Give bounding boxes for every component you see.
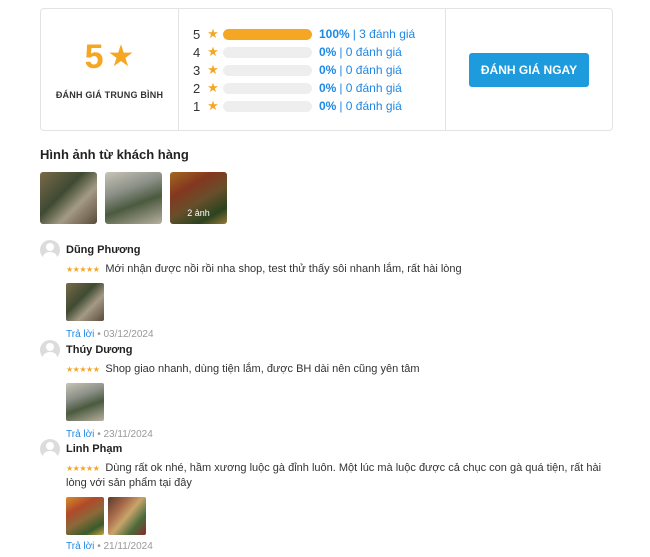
rating-bar (223, 64, 312, 76)
reviewer-name: Thúy Dương (66, 344, 133, 356)
rating-bar (223, 82, 312, 94)
rating-bar (223, 46, 312, 58)
rating-summary: 5 ★ ĐÁNH GIÁ TRUNG BÌNH 5 ★ 100% | 3 đán… (40, 8, 613, 131)
reply-link[interactable]: Trả lời (66, 541, 94, 552)
reply-link[interactable]: Trả lời (66, 329, 94, 340)
reviewer-name: Linh Phạm (66, 443, 123, 455)
star-icon: ★ (207, 98, 219, 113)
star-icon: ★ (107, 39, 135, 73)
user-avatar-icon (40, 340, 60, 360)
rating-percent: 0% (319, 81, 337, 95)
average-score: 5 (84, 37, 104, 76)
rating-row-2: 2 ★ 0% | 0 đánh giá (193, 79, 445, 97)
star-icon: ★ (207, 62, 219, 77)
rating-stars-number: 3 (193, 62, 201, 78)
review-photos (66, 283, 620, 321)
rating-count: | 3 đánh giá (352, 27, 416, 41)
star-icon: ★ (207, 44, 219, 59)
rating-stars-number: 2 (193, 80, 201, 96)
customer-photo[interactable] (105, 172, 162, 224)
rating-count: | 0 đánh giá (339, 63, 402, 77)
customer-images-gallery: 2 ảnh (40, 172, 227, 224)
rating-row-1: 1 ★ 0% | 0 đánh giá (193, 97, 445, 115)
rate-now-button[interactable]: ĐÁNH GIÁ NGAY (469, 52, 589, 87)
customer-images-title: Hình ảnh từ khách hàng (40, 147, 189, 162)
user-avatar-icon (40, 240, 60, 260)
rating-percent: 0% (319, 63, 337, 77)
review-stars-icon: ★★★★★ (66, 365, 100, 374)
review-item: Thúy Dương ★★★★★ Shop giao nhanh, dùng ti… (40, 340, 620, 440)
more-photos-label: 2 ảnh (170, 172, 227, 224)
rating-count: | 0 đánh giá (339, 45, 402, 59)
rating-row-4: 4 ★ 0% | 0 đánh giá (193, 43, 445, 61)
review-date: 03/12/2024 (103, 329, 154, 340)
rating-stars-number: 4 (193, 44, 201, 60)
rating-bar (223, 100, 312, 112)
review-photos (66, 383, 620, 421)
average-rating-label: ĐÁNH GIÁ TRUNG BÌNH (55, 89, 164, 100)
star-icon: ★ (207, 80, 219, 95)
average-rating-panel: 5 ★ ĐÁNH GIÁ TRUNG BÌNH (41, 9, 179, 130)
rating-bar (223, 28, 312, 40)
review-meta: Trả lời • 03/12/2024 (66, 329, 620, 340)
review-text: Dùng rất ok nhé, hầm xương luộc gà đỉnh … (66, 462, 602, 489)
rating-row-3: 3 ★ 0% | 0 đánh giá (193, 61, 445, 79)
star-icon: ★ (207, 26, 219, 41)
rating-row-5: 5 ★ 100% | 3 đánh giá (193, 25, 445, 43)
review-photo[interactable] (108, 497, 146, 535)
review-item: Dũng Phương ★★★★★ Mới nhận được nồi rồi n… (40, 240, 620, 340)
meta-separator: • (97, 329, 101, 340)
rating-percent: 0% (319, 45, 337, 59)
user-avatar-icon (40, 439, 60, 459)
customer-photo[interactable] (40, 172, 97, 224)
review-item: Linh Phạm ★★★★★ Dùng rất ok nhé, hầm xươn… (40, 439, 620, 552)
rating-count: | 0 đánh giá (339, 99, 402, 113)
review-meta: Trả lời • 21/11/2024 (66, 541, 620, 552)
rating-count: | 0 đánh giá (339, 81, 402, 95)
review-photo[interactable] (66, 497, 104, 535)
review-photo[interactable] (66, 283, 104, 321)
reviewer-name: Dũng Phương (66, 244, 141, 256)
rating-breakdown: 5 ★ 100% | 3 đánh giá 4 ★ 0% | 0 đánh gi… (179, 9, 446, 130)
review-stars-icon: ★★★★★ (66, 464, 100, 473)
review-stars-icon: ★★★★★ (66, 265, 100, 274)
review-photos (66, 497, 620, 535)
rating-bar-fill (223, 28, 312, 40)
review-photo[interactable] (66, 383, 104, 421)
rating-stars-number: 5 (193, 26, 201, 42)
rating-percent: 100% (319, 27, 350, 41)
meta-separator: • (97, 541, 101, 552)
review-date: 21/11/2024 (103, 541, 153, 552)
review-text: Shop giao nhanh, dùng tiện lắm, được BH … (105, 363, 420, 375)
customer-photo-more[interactable]: 2 ảnh (170, 172, 227, 224)
review-text: Mới nhận được nồi rồi nha shop, test thử… (105, 263, 462, 275)
rating-stars-number: 1 (193, 98, 201, 114)
rating-percent: 0% (319, 99, 337, 113)
